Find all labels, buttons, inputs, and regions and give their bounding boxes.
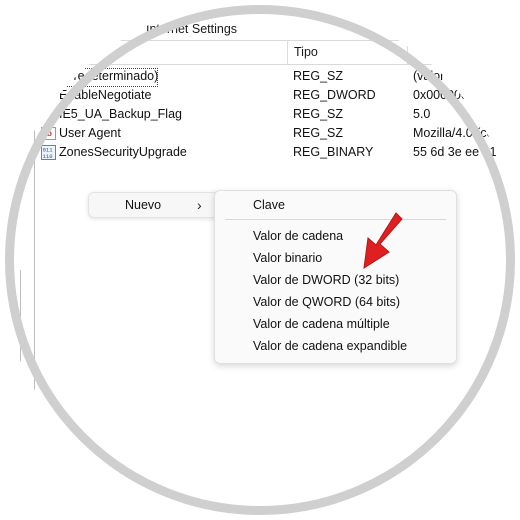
value-type: REG_SZ <box>293 126 344 140</box>
table-row[interactable]: EnableNegotiate REG_DWORD 0x00000001 (1) <box>0 86 520 105</box>
submenu-item-dword-value[interactable]: Valor de DWORD (32 bits) <box>253 273 399 287</box>
submenu-item-string-value[interactable]: Valor de cadena <box>253 229 343 243</box>
value-type: REG_SZ <box>293 69 344 83</box>
table-row[interactable]: IE5_UA_Backup_Flag REG_SZ 5.0 <box>0 105 520 124</box>
value-type: REG_BINARY <box>293 145 374 159</box>
submenu-item-binary-value[interactable]: Valor binario <box>253 251 322 265</box>
table-row[interactable]: 011 110 ZonesSecurityUpgrade REG_BINARY … <box>0 143 520 162</box>
window-title: Internet Settings <box>146 22 237 36</box>
submenu-item-expandable-string-value[interactable]: Valor de cadena expandible <box>253 339 407 353</box>
new-submenu: Clave Valor de cadena Valor binario Valo… <box>214 190 457 364</box>
screenshot-frame: Internet Settings Tipo (Predeterminado) … <box>0 0 520 520</box>
value-name: IE5_UA_Backup_Flag <box>59 107 182 121</box>
binary-value-icon: 011 110 <box>41 145 56 160</box>
value-data: (valor no establecido) <box>413 69 520 83</box>
svg-text:ab: ab <box>43 129 52 138</box>
value-type: REG_SZ <box>293 107 344 121</box>
window-titlebar <box>0 18 520 40</box>
submenu-item-qword-value[interactable]: Valor de QWORD (64 bits) <box>253 295 400 309</box>
menu-item-new[interactable]: Nuevo <box>125 198 161 212</box>
list-header <box>0 40 520 65</box>
value-name: EnableNegotiate <box>59 88 152 102</box>
tree-connector <box>20 270 21 390</box>
red-arrow-icon <box>363 212 403 270</box>
string-value-icon: ab <box>41 127 56 140</box>
submenu-item-multi-string-value[interactable]: Valor de cadena múltiple <box>253 317 390 331</box>
window-title-text: Internet Settings <box>146 22 238 36</box>
value-data: 0x00000001 (1) <box>413 88 501 102</box>
submenu-item-key[interactable]: Clave <box>253 198 285 212</box>
row-focus-outline <box>59 68 158 87</box>
column-divider[interactable] <box>287 41 288 64</box>
column-header-type[interactable]: Tipo <box>294 45 318 59</box>
value-type: REG_DWORD <box>293 88 376 102</box>
column-divider[interactable] <box>407 41 408 64</box>
table-row[interactable]: ab User Agent REG_SZ Mozilla/4.0 (compat… <box>0 124 520 143</box>
context-menu: Nuevo › <box>88 192 222 218</box>
value-data: 55 6d 3e ee 51 <box>413 145 497 159</box>
value-name: ZonesSecurityUpgrade <box>59 145 187 159</box>
value-data: Mozilla/4.0 (compatible; MSIE 8.0; Win32… <box>413 126 520 140</box>
value-name: User Agent <box>59 126 121 140</box>
menu-separator <box>225 219 446 220</box>
chevron-right-icon: › <box>197 197 202 213</box>
value-data: 5.0 <box>413 107 431 121</box>
svg-text:110: 110 <box>43 153 53 160</box>
